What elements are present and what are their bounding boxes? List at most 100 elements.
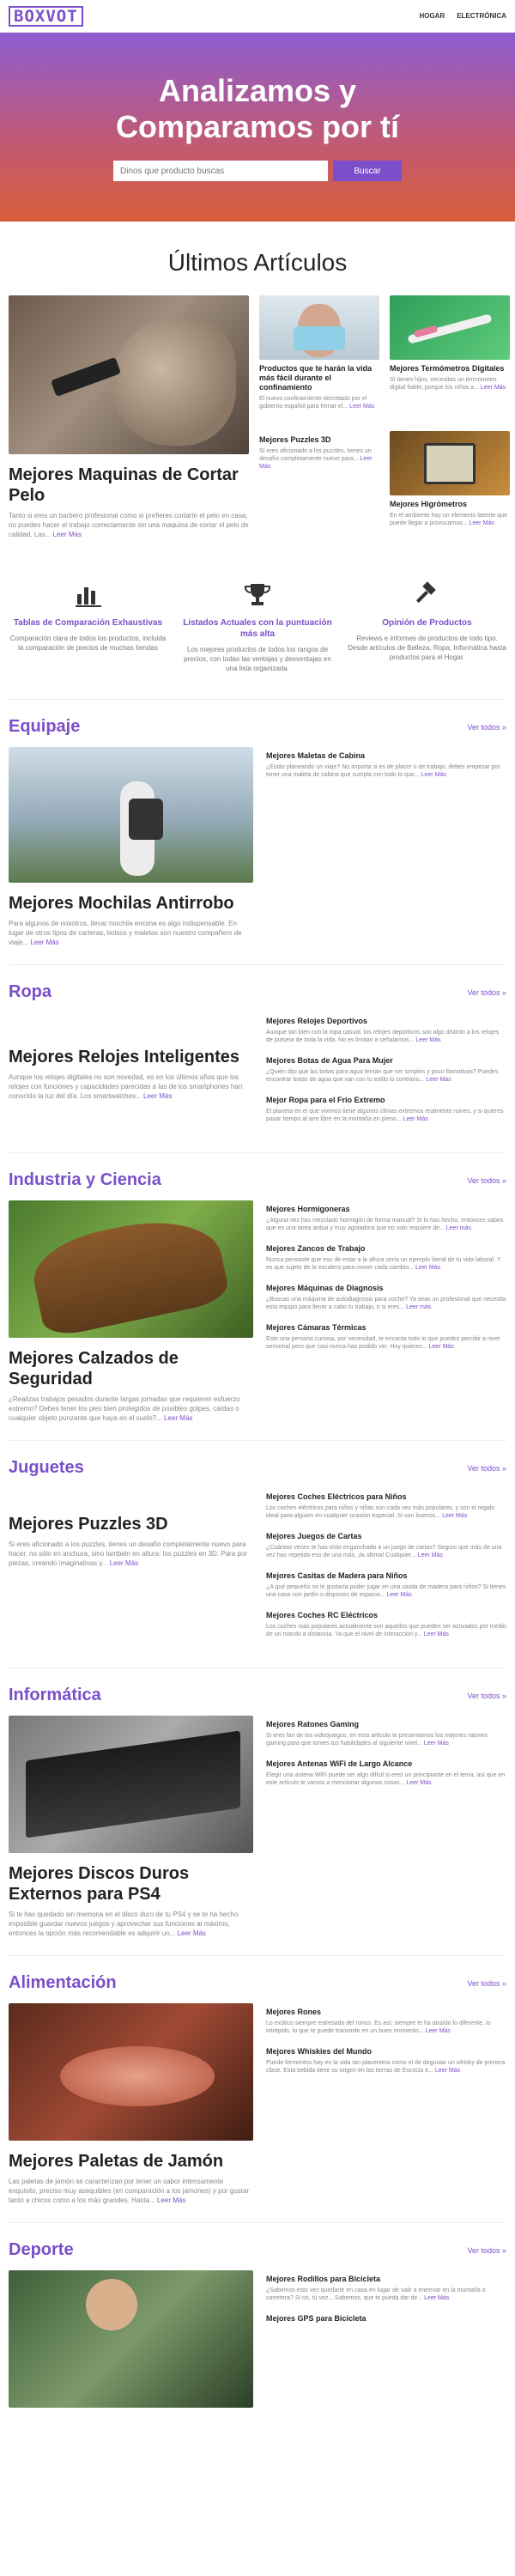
article-title[interactable]: Mejores Mochilas Antirrobo <box>9 893 253 914</box>
search-input[interactable] <box>113 161 328 181</box>
list-item[interactable]: Mejores Relojes Deportivos Aunque tan bie… <box>266 1017 506 1044</box>
article-title[interactable]: Mejores Botas de Agua Para Mujer <box>266 1056 506 1066</box>
read-more-link[interactable]: Leer más <box>446 1225 471 1231</box>
read-more-link[interactable]: Leer Más <box>157 2196 185 2204</box>
read-more-link[interactable]: Leer Más <box>429 1344 454 1350</box>
list-item[interactable]: Mejores Coches RC Eléctricos Los coches m… <box>266 1611 506 1638</box>
article-title[interactable]: Mejores Antenas WiFi de Largo Alcance <box>266 1759 506 1769</box>
search-button[interactable]: Buscar <box>333 161 402 181</box>
list-item[interactable]: Mejores Maletas de Cabina ¿Estás planean… <box>266 751 506 779</box>
article-title[interactable]: Mejores Máquinas de Diagnosis <box>266 1284 506 1293</box>
read-more-link[interactable]: Leer Más <box>53 531 82 538</box>
section-title[interactable]: Alimentación <box>9 1973 117 1993</box>
article-title[interactable]: Productos que te harán la vida más fácil… <box>259 364 379 392</box>
read-more-link[interactable]: Leer Más <box>415 1037 440 1043</box>
read-more-link[interactable]: Leer Más <box>406 1780 431 1786</box>
article-title[interactable]: Mejores Discos Duros Externos para PS4 <box>9 1863 253 1905</box>
article-title[interactable]: Mejores Relojes Deportivos <box>266 1017 506 1026</box>
read-more-link[interactable]: Leer Más <box>178 1929 206 1937</box>
read-more-link[interactable]: Leer Más <box>143 1092 172 1100</box>
article-title[interactable]: Mejores Termómetros Digitales <box>390 364 510 374</box>
read-more-link[interactable]: Leer Más <box>470 520 494 526</box>
read-more-link[interactable]: Leer Más <box>164 1414 192 1422</box>
article-title[interactable]: Mejores Rodillos para Bicicleta <box>266 2275 506 2284</box>
list-item[interactable]: Mejores Antenas WiFi de Largo Alcance Ele… <box>266 1759 506 1787</box>
article-title[interactable]: Mejores Maletas de Cabina <box>266 751 506 761</box>
list-item[interactable]: Mejores Cámaras Térmicas Este una persona… <box>266 1323 506 1351</box>
section-title[interactable]: Deporte <box>9 2240 74 2260</box>
article-title[interactable]: Mejores Paletas de Jamón <box>9 2151 253 2172</box>
read-more-link[interactable]: Leer Más <box>415 1265 440 1271</box>
section-title[interactable]: Equipaje <box>9 717 80 737</box>
nav-item-electronica[interactable]: ELECTRÓNICA <box>457 12 506 20</box>
article-card[interactable]: Mejores Higrómetros En el ambiente hay u… <box>390 431 510 539</box>
see-all-link[interactable]: Ver todos » <box>467 723 506 732</box>
section-title[interactable]: Juguetes <box>9 1458 84 1478</box>
article-title[interactable]: Mejores Rones <box>266 2008 506 2017</box>
nav-item-hogar[interactable]: HOGAR <box>419 12 445 20</box>
see-all-link[interactable]: Ver todos » <box>467 988 506 997</box>
read-more-link[interactable]: Leer Más <box>426 2028 451 2034</box>
list-item[interactable]: Mejores Zancos de Trabajo Nunca pensaste … <box>266 1244 506 1272</box>
read-more-link[interactable]: Leer Más <box>435 2068 460 2074</box>
section-featured-article[interactable]: Mejores Puzzles 3D Si eres aficionado a … <box>9 1488 253 1650</box>
section-featured-image[interactable] <box>9 2270 253 2408</box>
read-more-link[interactable]: Leer Más <box>110 1559 138 1567</box>
list-item[interactable]: Mejores Botas de Agua Para Mujer ¿Quién d… <box>266 1056 506 1084</box>
read-more-link[interactable]: Leer Más <box>403 1116 428 1122</box>
section-featured-image[interactable] <box>9 747 253 883</box>
article-card[interactable]: Mejores Puzzles 3D Sí eres aficionado a … <box>259 431 379 539</box>
list-item[interactable]: Mejores Coches Eléctricos para Niños Los … <box>266 1492 506 1520</box>
article-title[interactable]: Mejores Relojes Inteligentes <box>9 1047 253 1067</box>
read-more-link[interactable]: Leer Más <box>418 1552 443 1558</box>
list-item[interactable]: Mejores Máquinas de Diagnosis ¿Buscas una… <box>266 1284 506 1311</box>
article-title[interactable]: Mejores Puzzles 3D <box>9 1514 253 1534</box>
article-image[interactable] <box>259 295 379 360</box>
see-all-link[interactable]: Ver todos » <box>467 2246 506 2255</box>
article-image[interactable] <box>390 295 510 360</box>
read-more-link[interactable]: Leer Más <box>349 404 374 410</box>
read-more-link[interactable]: Leer más <box>406 1304 431 1310</box>
section-featured-article[interactable]: Mejores Discos Duros Externos para PS4 S… <box>9 1716 253 1938</box>
list-item[interactable]: Mejores Rones Lo exótico siempre estresad… <box>266 2008 506 2035</box>
read-more-link[interactable]: Leer Más <box>424 2295 449 2301</box>
section-featured-article[interactable]: Mejores Mochilas Antirrobo Para algunos … <box>9 747 253 947</box>
article-title[interactable]: Mejores Hormigoneras <box>266 1205 506 1214</box>
read-more-link[interactable]: Leer Más <box>424 1741 449 1747</box>
list-item[interactable]: Mejores Casitas de Madera para Niños ¿A q… <box>266 1571 506 1599</box>
list-item[interactable]: Mejores Hormigoneras ¿Alguna vez has mezc… <box>266 1205 506 1232</box>
section-featured-image[interactable] <box>9 1200 253 1338</box>
see-all-link[interactable]: Ver todos » <box>467 1979 506 1988</box>
article-title[interactable]: Mejor Ropa para el Frío Extremo <box>266 1096 506 1105</box>
article-title[interactable]: Mejores Whiskies del Mundo <box>266 2047 506 2057</box>
article-title[interactable]: Mejores Coches Eléctricos para Niños <box>266 1492 506 1502</box>
article-title[interactable]: Mejores GPS para Bicicleta <box>266 2314 506 2324</box>
section-featured-article[interactable]: Mejores Relojes Inteligentes Aunque los … <box>9 1012 253 1135</box>
article-title[interactable]: Mejores Zancos de Trabajo <box>266 1244 506 1254</box>
section-featured-image[interactable] <box>9 1716 253 1853</box>
featured-article-title[interactable]: Mejores Maquinas de Cortar Pelo <box>9 465 249 506</box>
read-more-link[interactable]: Leer Más <box>30 939 58 946</box>
see-all-link[interactable]: Ver todos » <box>467 1464 506 1473</box>
section-featured-article[interactable]: Mejores Calzados de Seguridad ¿Realizas … <box>9 1200 253 1423</box>
article-card[interactable]: Productos que te harán la vida más fácil… <box>259 295 379 422</box>
featured-article-image[interactable] <box>9 295 249 454</box>
list-item[interactable]: Mejores Ratones Gaming Si eres fan de los… <box>266 1720 506 1747</box>
article-title[interactable]: Mejores Coches RC Eléctricos <box>266 1611 506 1620</box>
article-title[interactable]: Mejores Casitas de Madera para Niños <box>266 1571 506 1581</box>
see-all-link[interactable]: Ver todos » <box>467 1692 506 1700</box>
read-more-link[interactable]: Leer Más <box>421 772 446 778</box>
article-title[interactable]: Mejores Calzados de Seguridad <box>9 1348 253 1389</box>
article-card[interactable]: Mejores Termómetros Digitales Sí tienes … <box>390 295 510 422</box>
list-item[interactable]: Mejores Rodillos para Bicicleta ¿Sabemos … <box>266 2275 506 2302</box>
list-item[interactable]: Mejores GPS para Bicicleta <box>266 2314 506 2324</box>
list-item[interactable]: Mejores Whiskies del Mundo Puede fermento… <box>266 2047 506 2075</box>
section-featured-article[interactable]: Mejores Paletas de Jamón Las paletas de … <box>9 2003 253 2205</box>
article-title[interactable]: Mejores Cámaras Térmicas <box>266 1323 506 1333</box>
site-logo[interactable]: BOXVOT <box>9 5 83 27</box>
article-title[interactable]: Mejores Juegos de Cartas <box>266 1532 506 1541</box>
see-all-link[interactable]: Ver todos » <box>467 1176 506 1185</box>
list-item[interactable]: Mejor Ropa para el Frío Extremo El planet… <box>266 1096 506 1123</box>
section-title[interactable]: Industria y Ciencia <box>9 1170 161 1190</box>
list-item[interactable]: Mejores Juegos de Cartas ¿Cuántas veces t… <box>266 1532 506 1559</box>
